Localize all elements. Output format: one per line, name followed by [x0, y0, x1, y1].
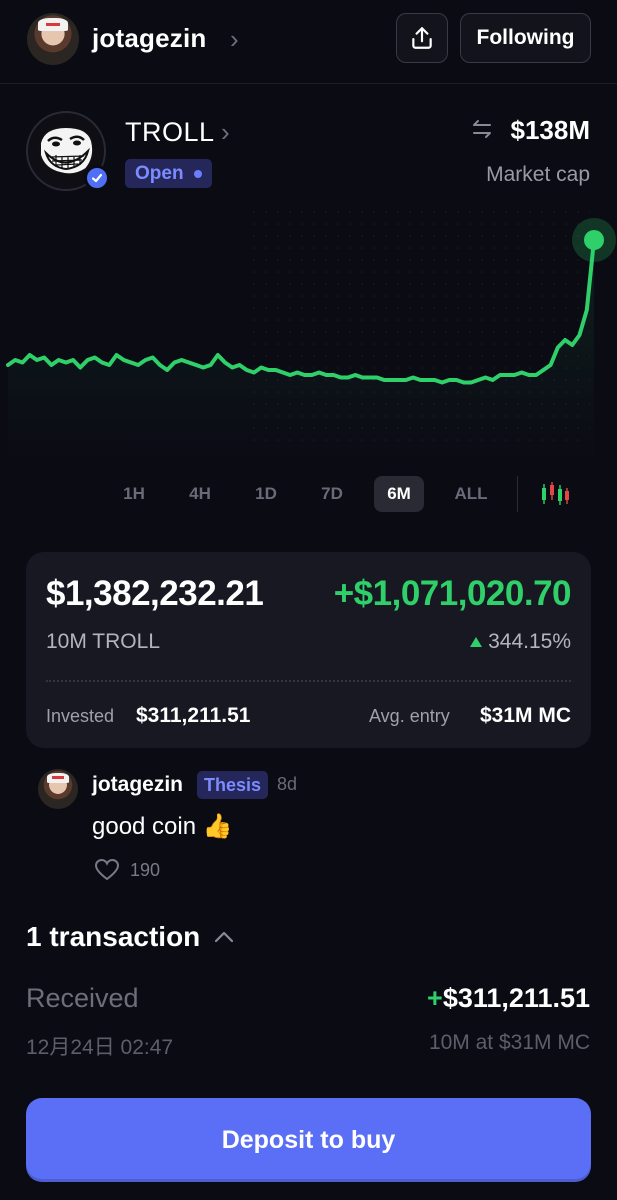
- status-label: Open: [135, 162, 184, 184]
- tab-6m[interactable]: 6M: [374, 476, 424, 512]
- position-pnl-percent: 344.15%: [470, 630, 571, 654]
- tab-4h[interactable]: 4H: [176, 476, 224, 512]
- avg-entry-label: Avg. entry: [369, 706, 450, 726]
- transaction-detail: 10M at $31M MC: [428, 1031, 590, 1054]
- time-range-tabs: 1H 4H 1D 7D 6M ALL: [0, 476, 617, 514]
- chevron-right-icon[interactable]: ›: [230, 24, 239, 55]
- transaction-amount: +$311,211.51: [427, 983, 590, 1014]
- transactions-toggle[interactable]: 1 transaction: [26, 921, 234, 953]
- tab-1h[interactable]: 1H: [110, 476, 158, 512]
- transactions-title: 1 transaction: [26, 921, 201, 952]
- status-badge: Open: [125, 159, 212, 188]
- position-value: $1,382,232.21: [46, 574, 264, 613]
- invested-value: $311,211.51: [136, 704, 251, 727]
- tab-all[interactable]: ALL: [444, 476, 498, 512]
- avg-entry-value: $31M MC: [479, 704, 571, 727]
- transaction-date: 12月24日 02:47: [26, 1036, 174, 1059]
- comment-time: 8d: [277, 774, 298, 794]
- thesis-badge: Thesis: [197, 771, 269, 799]
- verified-badge-icon: [84, 165, 110, 191]
- price-chart[interactable]: [0, 210, 617, 460]
- profile-username[interactable]: jotagezin: [92, 23, 206, 54]
- tab-7d[interactable]: 7D: [308, 476, 356, 512]
- top-bar: jotagezin › Following: [0, 0, 617, 84]
- status-dot: [193, 169, 202, 178]
- share-icon: [412, 27, 432, 49]
- divider: [46, 680, 571, 682]
- comment-avatar[interactable]: [38, 769, 78, 809]
- up-arrow-icon: [470, 637, 483, 647]
- token-name[interactable]: TROLL: [125, 117, 215, 148]
- comment-text: good coin 👍: [92, 813, 233, 840]
- transaction-amount-value: $311,211.51: [442, 983, 590, 1013]
- current-price-dot: [584, 230, 604, 250]
- invested-label: Invested: [46, 706, 115, 726]
- chevron-up-icon: [215, 931, 234, 943]
- position-card: $1,382,232.21 +$1,071,020.70 10M TROLL 3…: [26, 552, 591, 748]
- market-cap-value: $138M: [510, 115, 591, 145]
- transaction-sign: +: [427, 983, 443, 1013]
- candlestick-icon[interactable]: [540, 480, 570, 508]
- share-button[interactable]: [396, 13, 448, 63]
- like-button[interactable]: 190: [94, 858, 160, 882]
- position-amount: 10M TROLL: [46, 630, 160, 653]
- swap-arrows-icon[interactable]: [470, 117, 494, 141]
- following-button[interactable]: Following: [460, 13, 591, 63]
- user-avatar[interactable]: [27, 13, 79, 65]
- transaction-type: Received: [26, 983, 139, 1013]
- comment-username[interactable]: jotagezin: [92, 773, 183, 797]
- tab-1d[interactable]: 1D: [242, 476, 290, 512]
- position-pnl: +$1,071,020.70: [333, 574, 572, 613]
- like-count: 190: [130, 859, 161, 880]
- heart-icon: [94, 858, 120, 881]
- tab-divider: [517, 476, 518, 512]
- market-cap-label: Market cap: [486, 163, 590, 186]
- deposit-to-buy-button[interactable]: Deposit to buy: [26, 1098, 591, 1182]
- pnl-percent-value: 344.15%: [488, 630, 571, 653]
- chevron-right-icon[interactable]: ›: [221, 117, 230, 148]
